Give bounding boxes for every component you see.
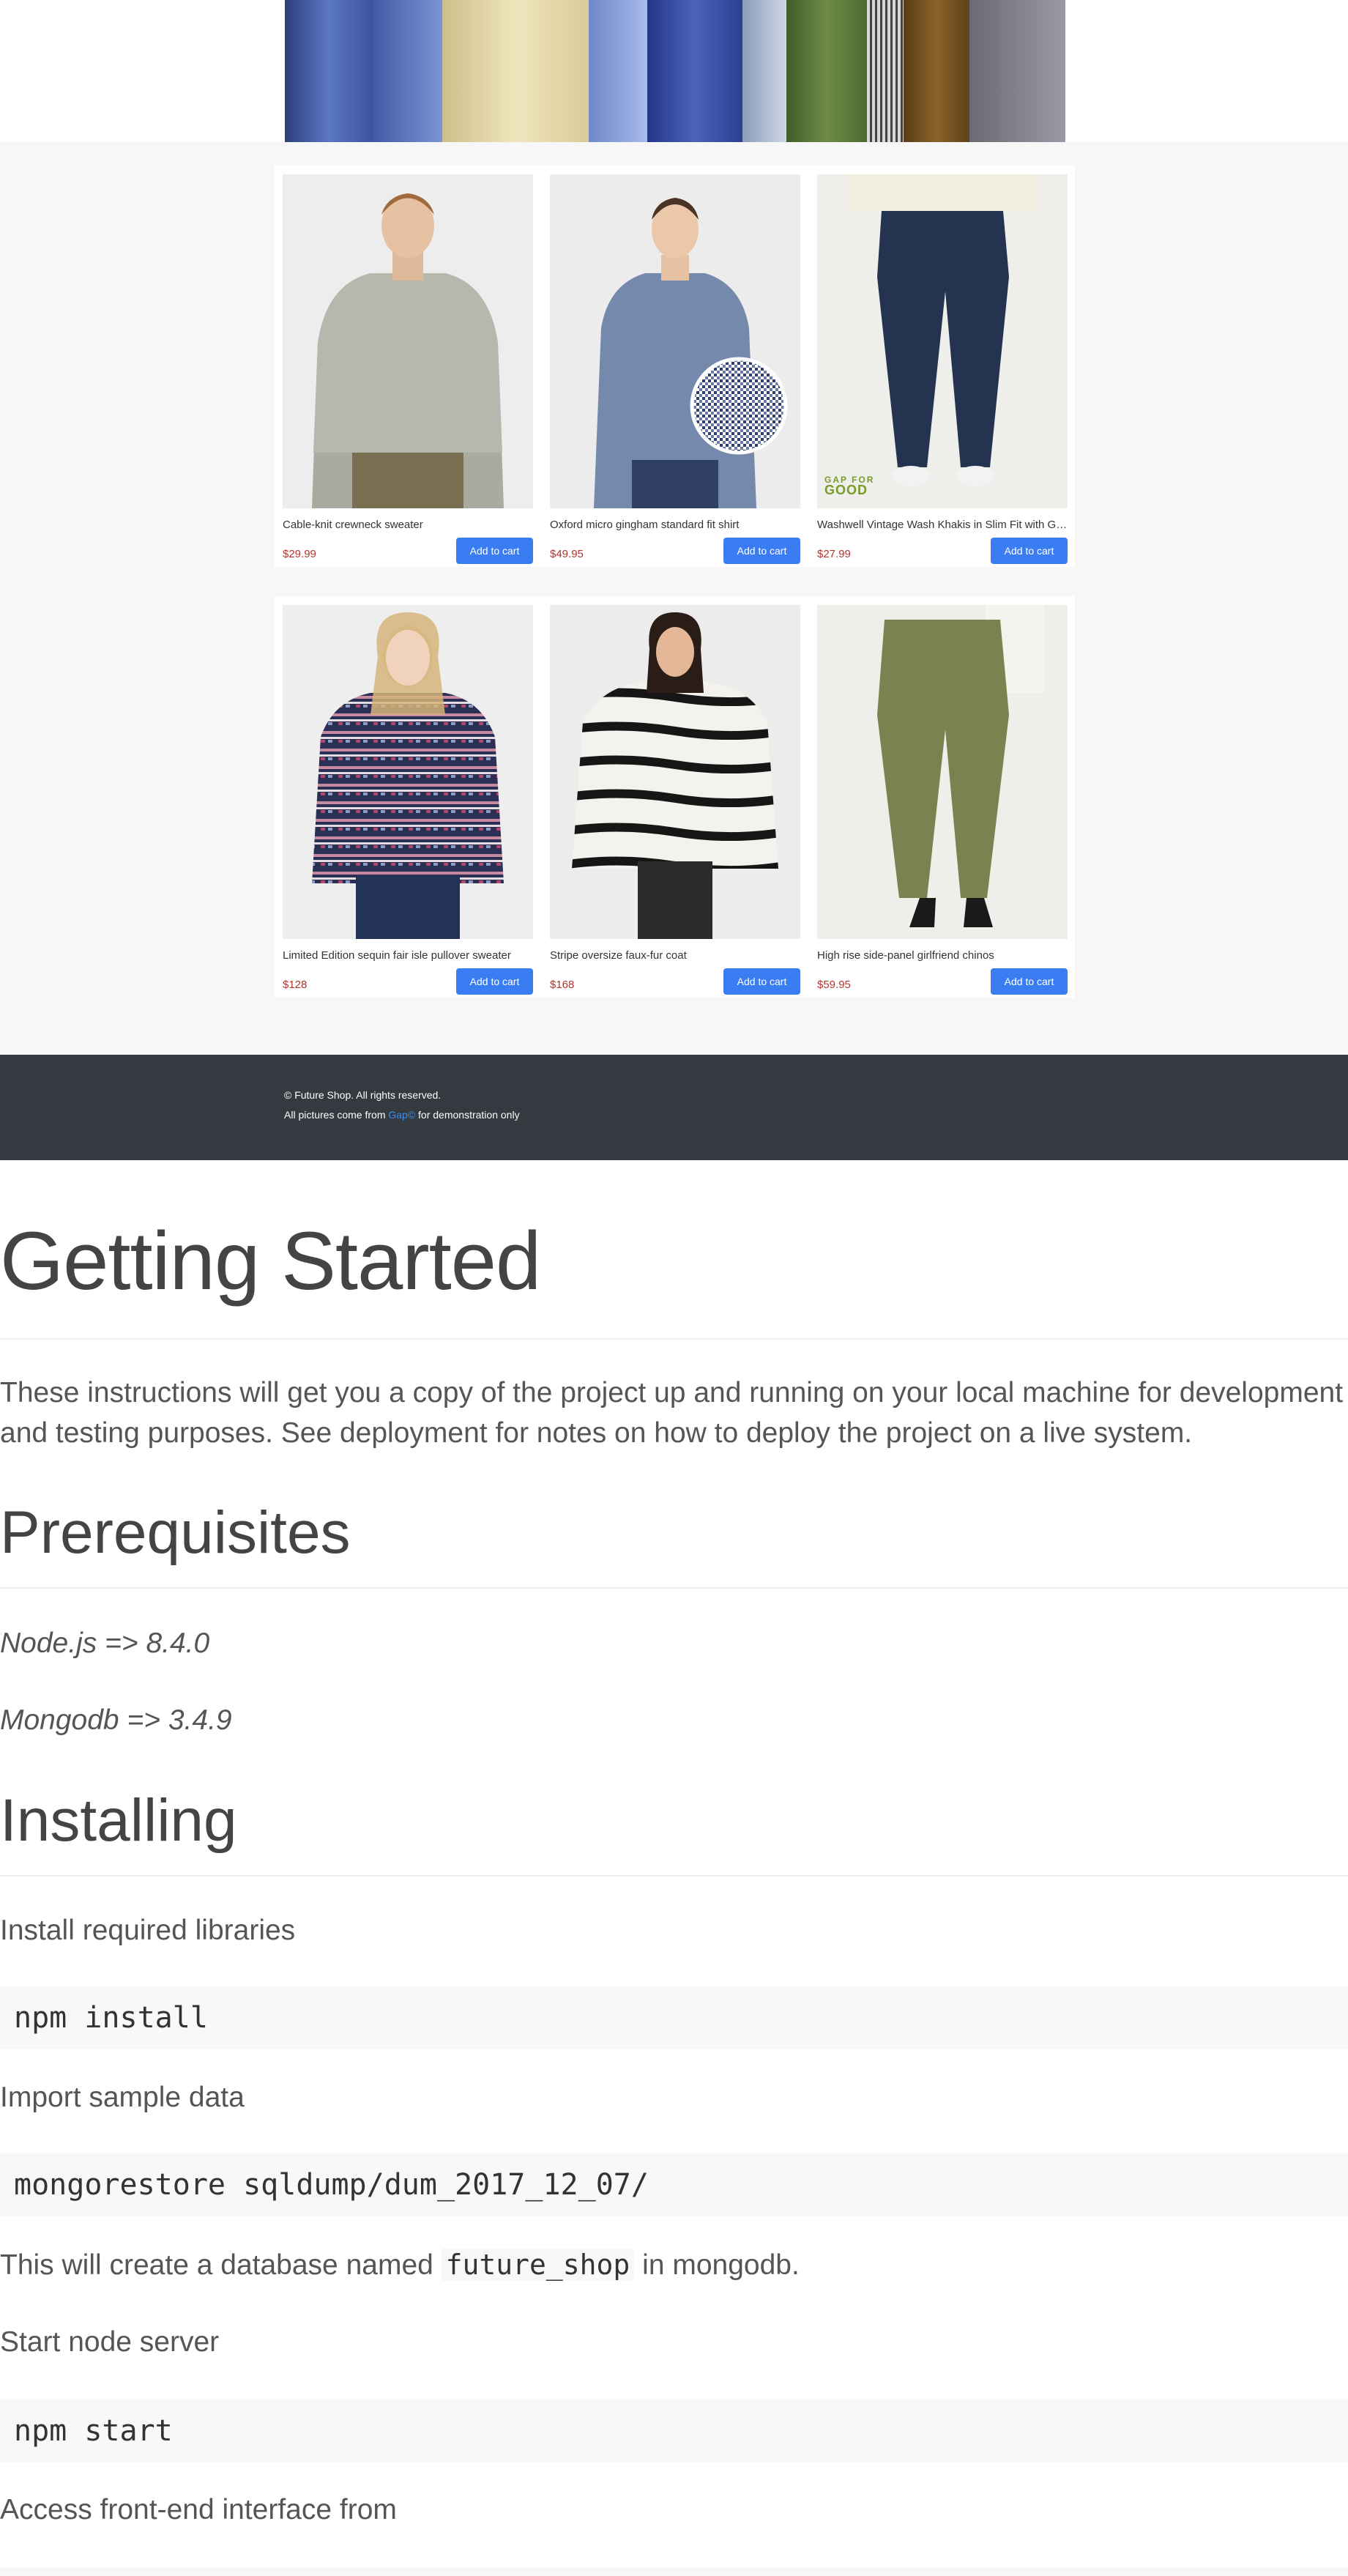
product-image[interactable] xyxy=(283,605,533,939)
product-image[interactable] xyxy=(817,605,1068,939)
intro-paragraph-line-1: These instructions will get you a copy o… xyxy=(0,1377,1344,1408)
product-card[interactable]: GAP FOR GOOD Washwell Vintage Wash Khaki… xyxy=(817,174,1068,564)
hero-banner xyxy=(0,0,1348,142)
product-price: $168 xyxy=(550,979,575,991)
step-access-frontend: Access front-end interface from xyxy=(0,2494,397,2525)
product-name[interactable]: Stripe oversize faux-fur coat xyxy=(550,949,800,962)
product-name[interactable]: Cable-knit crewneck sweater xyxy=(283,519,533,531)
product-name[interactable]: Oxford micro gingham standard fit shirt xyxy=(550,519,800,531)
add-to-cart-button[interactable]: Add to cart xyxy=(456,538,533,564)
product-image[interactable]: GAP FOR GOOD xyxy=(817,174,1068,508)
product-price: $27.99 xyxy=(817,548,851,560)
add-to-cart-button[interactable]: Add to cart xyxy=(456,968,533,995)
inline-code-db-name: future_shop xyxy=(441,2249,635,2281)
shop-footer: © Future Shop. All rights reserved. All … xyxy=(0,1055,1348,1160)
step-install-libs: Install required libraries xyxy=(0,1915,296,1946)
add-to-cart-button[interactable]: Add to cart xyxy=(991,538,1068,564)
add-to-cart-button[interactable]: Add to cart xyxy=(991,968,1068,995)
prereq-node: Node.js => 8.4.0 xyxy=(0,1627,210,1659)
product-image[interactable] xyxy=(550,174,800,508)
product-price: $59.95 xyxy=(817,979,851,991)
code-mongorestore[interactable]: mongorestore sqldump/dum_2017_12_07/ xyxy=(0,2153,1348,2216)
product-price: $128 xyxy=(283,979,308,991)
gap-for-good-badge: GAP FOR GOOD xyxy=(824,475,875,497)
prerequisites-heading: Prerequisites xyxy=(0,1499,351,1566)
product-image[interactable] xyxy=(283,174,533,508)
divider xyxy=(0,1587,1348,1589)
step-import-data: Import sample data xyxy=(0,2082,245,2113)
db-note: This will create a database named future… xyxy=(0,2249,800,2281)
footer-credits: All pictures come from Gap© for demonstr… xyxy=(284,1109,520,1121)
product-image[interactable] xyxy=(550,605,800,939)
footer-copyright: © Future Shop. All rights reserved. xyxy=(284,1089,442,1101)
code-npm-start[interactable]: npm start xyxy=(0,2399,1348,2462)
intro-paragraph-line-2: and testing purposes. See deployment for… xyxy=(0,1417,1193,1449)
product-name[interactable]: Limited Edition sequin fair isle pullove… xyxy=(283,949,533,962)
product-card[interactable]: Cable-knit crewneck sweater $29.99 Add t… xyxy=(283,174,533,564)
product-name[interactable]: Washwell Vintage Wash Khakis in Slim Fit… xyxy=(817,519,1068,531)
hero-image xyxy=(285,0,1065,142)
product-card[interactable]: High rise side-panel girlfriend chinos $… xyxy=(817,605,1068,995)
product-row: Cable-knit crewneck sweater $29.99 Add t… xyxy=(275,166,1075,567)
code-npm-install[interactable]: npm install xyxy=(0,1986,1348,2049)
product-card[interactable]: Stripe oversize faux-fur coat $168 Add t… xyxy=(550,605,800,995)
installing-heading: Installing xyxy=(0,1787,237,1854)
divider xyxy=(0,1338,1348,1340)
product-name[interactable]: High rise side-panel girlfriend chinos xyxy=(817,949,1068,962)
gap-link[interactable]: Gap© xyxy=(388,1109,415,1121)
divider xyxy=(0,1875,1348,1877)
prereq-mongodb: Mongodb => 3.4.9 xyxy=(0,1704,232,1736)
step-start-server: Start node server xyxy=(0,2326,220,2358)
add-to-cart-button[interactable]: Add to cart xyxy=(723,538,800,564)
code-block-partial xyxy=(0,2567,1348,2576)
product-price: $49.95 xyxy=(550,548,584,560)
product-card[interactable]: Limited Edition sequin fair isle pullove… xyxy=(283,605,533,995)
product-price: $29.99 xyxy=(283,548,316,560)
page-title: Getting Started xyxy=(0,1215,541,1307)
product-row: Limited Edition sequin fair isle pullove… xyxy=(275,596,1075,998)
product-grid: Cable-knit crewneck sweater $29.99 Add t… xyxy=(0,142,1348,1055)
add-to-cart-button[interactable]: Add to cart xyxy=(723,968,800,995)
product-card[interactable]: Oxford micro gingham standard fit shirt … xyxy=(550,174,800,564)
